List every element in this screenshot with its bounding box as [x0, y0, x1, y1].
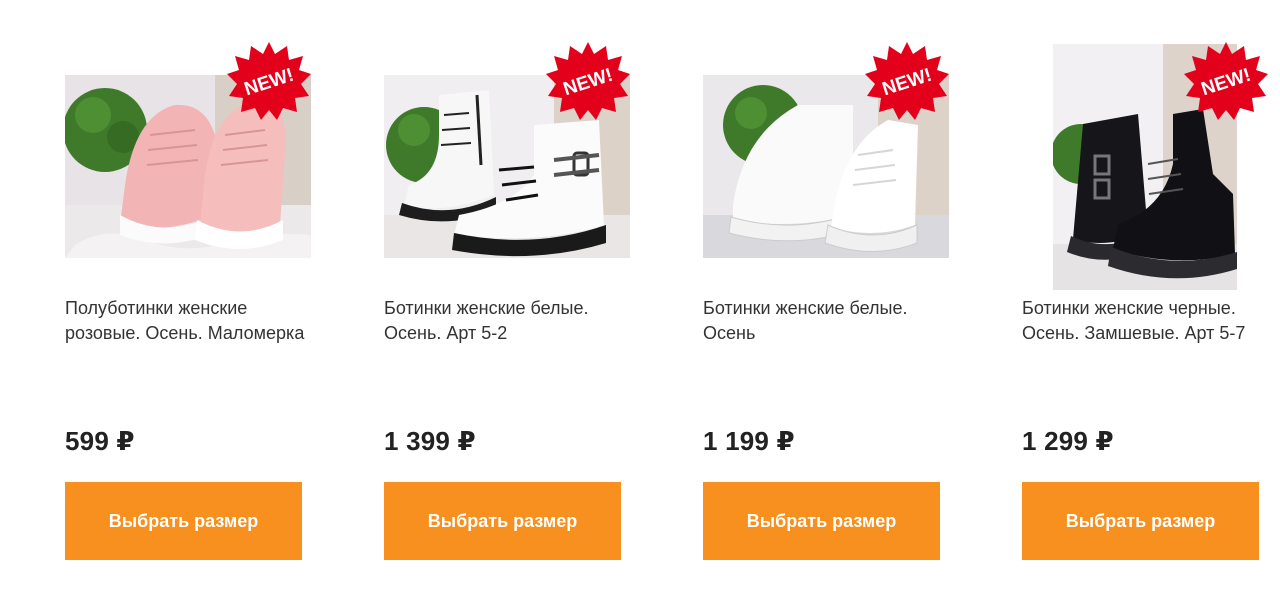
product-card: NEW! Ботинки женские черные. Осень. Замш…	[1022, 0, 1280, 600]
product-price: 1 199 ₽	[703, 426, 795, 456]
product-card: NEW! Ботинки женские белые. Осень. Арт 5…	[384, 0, 642, 600]
select-size-button[interactable]: Выбрать размер	[65, 482, 302, 560]
product-image-link[interactable]: NEW!	[1022, 40, 1268, 290]
product-image-link[interactable]: NEW!	[65, 40, 311, 290]
product-price: 1 299 ₽	[1022, 426, 1114, 456]
product-card: NEW! Полуботинки женские розовые. Осень.…	[65, 0, 323, 600]
product-price: 599 ₽	[65, 426, 135, 456]
product-title[interactable]: Ботинки женские белые. Осень	[703, 296, 943, 346]
new-badge: NEW!	[1184, 40, 1268, 124]
select-size-button[interactable]: Выбрать размер	[384, 482, 621, 560]
select-size-button[interactable]: Выбрать размер	[703, 482, 940, 560]
product-image-link[interactable]: NEW!	[703, 40, 949, 290]
new-badge: NEW!	[227, 40, 311, 124]
product-title[interactable]: Ботинки женские черные. Осень. Замшевые.…	[1022, 296, 1262, 346]
new-badge: NEW!	[865, 40, 949, 124]
product-title[interactable]: Полуботинки женские розовые. Осень. Мало…	[65, 296, 305, 346]
product-image-link[interactable]: NEW!	[384, 40, 630, 290]
new-badge: NEW!	[546, 40, 630, 124]
product-grid: NEW! Полуботинки женские розовые. Осень.…	[0, 0, 1280, 600]
product-title[interactable]: Ботинки женские белые. Осень. Арт 5-2	[384, 296, 624, 346]
select-size-button[interactable]: Выбрать размер	[1022, 482, 1259, 560]
product-price: 1 399 ₽	[384, 426, 476, 456]
product-card: NEW! Ботинки женские белые. Осень 1 199 …	[703, 0, 961, 600]
